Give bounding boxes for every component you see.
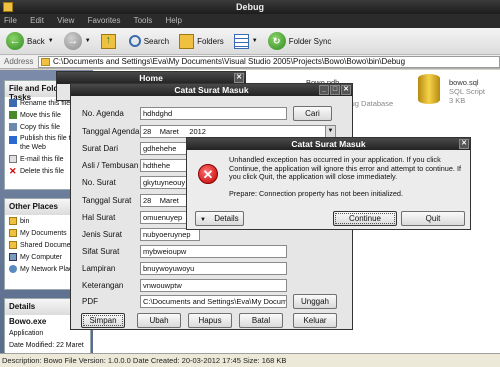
status-bar: Description: Bowo File Version: 1.0.0.0 … bbox=[0, 353, 500, 367]
label-pdf: PDF bbox=[82, 297, 98, 306]
sifat-surat-input[interactable]: mybweioupw bbox=[140, 245, 287, 258]
minimize-icon[interactable]: _ bbox=[319, 85, 329, 95]
label-no-agenda: No. Agenda bbox=[82, 109, 124, 118]
details-button[interactable]: ▼ Details bbox=[195, 211, 244, 226]
menu-view[interactable]: View bbox=[57, 16, 74, 25]
folder-icon bbox=[9, 229, 17, 237]
views-button[interactable]: ▼ bbox=[233, 33, 258, 49]
label-tanggal-surat: Tanggal Surat bbox=[82, 196, 132, 205]
error-message: Unhandled exception has occurred in your… bbox=[229, 155, 462, 181]
dropdown-arrow-icon[interactable]: ▼ bbox=[325, 126, 335, 137]
database-icon bbox=[414, 72, 444, 106]
label-sifat-surat: Sifat Surat bbox=[82, 247, 120, 256]
folder-sync-button[interactable]: ↻ Folder Sync bbox=[267, 32, 331, 50]
batal-button[interactable]: Batal bbox=[239, 313, 283, 328]
label-tanggal-agenda: Tanggal Agenda bbox=[82, 127, 140, 136]
folder-icon bbox=[9, 217, 17, 225]
lampiran-input[interactable]: bnuywoyuwoyu bbox=[140, 262, 287, 275]
menu-edit[interactable]: Edit bbox=[30, 16, 44, 25]
forward-arrow-icon: → bbox=[63, 32, 82, 50]
folder-icon bbox=[3, 2, 13, 12]
globe-icon bbox=[9, 136, 17, 144]
explorer-title: Debug bbox=[236, 2, 264, 12]
form-title-bar: Catat Surat Masuk _ □ ✕ bbox=[71, 84, 352, 96]
quit-button[interactable]: Quit bbox=[401, 211, 465, 226]
menu-tools[interactable]: Tools bbox=[134, 16, 153, 25]
label-lampiran: Lampiran bbox=[82, 264, 116, 273]
rename-icon bbox=[9, 99, 17, 107]
ubah-button[interactable]: Ubah bbox=[137, 313, 181, 328]
label-hal-surat: Hal Surat bbox=[82, 213, 116, 222]
cari-button[interactable]: Cari bbox=[293, 106, 332, 121]
views-icon bbox=[233, 33, 249, 49]
envelope-icon bbox=[9, 155, 17, 163]
menu-file[interactable]: File bbox=[4, 16, 17, 25]
copy-icon bbox=[9, 123, 17, 131]
back-arrow-icon: ← bbox=[6, 32, 24, 50]
label-no-surat: No. Surat bbox=[82, 178, 116, 187]
menu-favorites[interactable]: Favorites bbox=[88, 16, 121, 25]
up-button[interactable]: ↑ bbox=[100, 33, 119, 49]
error-dialog[interactable]: Catat Surat Masuk ✕ ✕ Unhandled exceptio… bbox=[186, 137, 471, 230]
toolbar: ← Back ▼ → ▼ ↑ Search Folders ▼ ↻ Folder… bbox=[0, 28, 500, 55]
folder-icon bbox=[9, 241, 17, 249]
sync-icon: ↻ bbox=[267, 32, 286, 50]
chevron-down-icon: ▼ bbox=[200, 217, 206, 223]
unggah-button[interactable]: Unggah bbox=[293, 294, 337, 309]
folder-up-icon: ↑ bbox=[100, 33, 116, 49]
details-modified: Date Modified: 22 Maret bbox=[9, 341, 84, 349]
pdf-path-input[interactable]: C:\Documents and Settings\Eva\My Documen bbox=[140, 295, 287, 308]
menu-bar: File Edit View Favorites Tools Help bbox=[0, 14, 500, 28]
simpan-button[interactable]: Simpan bbox=[81, 313, 125, 328]
continue-button[interactable]: Continue bbox=[333, 211, 397, 226]
maximize-icon[interactable]: □ bbox=[330, 85, 340, 95]
label-surat-dari: Surat Dari bbox=[82, 144, 119, 153]
chevron-down-icon: ▼ bbox=[251, 38, 258, 44]
move-icon bbox=[9, 111, 17, 119]
error-detail: Prepare: Connection property has not bee… bbox=[229, 189, 404, 198]
chevron-down-icon: ▼ bbox=[84, 38, 91, 44]
forward-button[interactable]: → ▼ bbox=[63, 32, 91, 50]
file-item[interactable]: bowo.sql SQL Script 3 KB bbox=[449, 78, 485, 105]
computer-icon bbox=[9, 253, 17, 261]
keterangan-input[interactable]: vnwouwptw bbox=[140, 279, 287, 292]
folder-icon bbox=[41, 58, 50, 66]
label-jenis-surat: Jenis Surat bbox=[82, 230, 123, 239]
close-icon[interactable]: ✕ bbox=[459, 139, 469, 149]
folders-icon bbox=[179, 33, 195, 49]
error-icon: ✕ bbox=[198, 164, 218, 184]
folders-button[interactable]: Folders bbox=[179, 33, 224, 49]
label-keterangan: Keterangan bbox=[82, 281, 124, 290]
back-button[interactable]: ← Back ▼ bbox=[6, 32, 54, 50]
menu-help[interactable]: Help bbox=[166, 16, 182, 25]
chevron-down-icon: ▼ bbox=[47, 38, 54, 44]
close-icon[interactable]: ✕ bbox=[341, 85, 351, 95]
delete-x-icon: ✕ bbox=[9, 166, 17, 176]
keluar-button[interactable]: Keluar bbox=[293, 313, 337, 328]
address-bar: Address C:\Documents and Settings\Eva\My… bbox=[0, 55, 500, 69]
search-button[interactable]: Search bbox=[128, 35, 169, 47]
no-agenda-input[interactable]: hdhdghd bbox=[140, 107, 287, 120]
address-label: Address bbox=[4, 57, 34, 66]
address-field[interactable]: C:\Documents and Settings\Eva\My Documen… bbox=[38, 56, 500, 68]
explorer-title-bar: Debug bbox=[0, 0, 500, 14]
search-icon bbox=[128, 35, 141, 47]
label-asli-tembusan: Asli / Tembusan bbox=[82, 161, 139, 170]
dialog-title-bar: Catat Surat Masuk ✕ bbox=[187, 138, 470, 150]
network-icon bbox=[9, 265, 17, 273]
hapus-button[interactable]: Hapus bbox=[188, 313, 232, 328]
close-icon[interactable]: ✕ bbox=[234, 73, 244, 83]
